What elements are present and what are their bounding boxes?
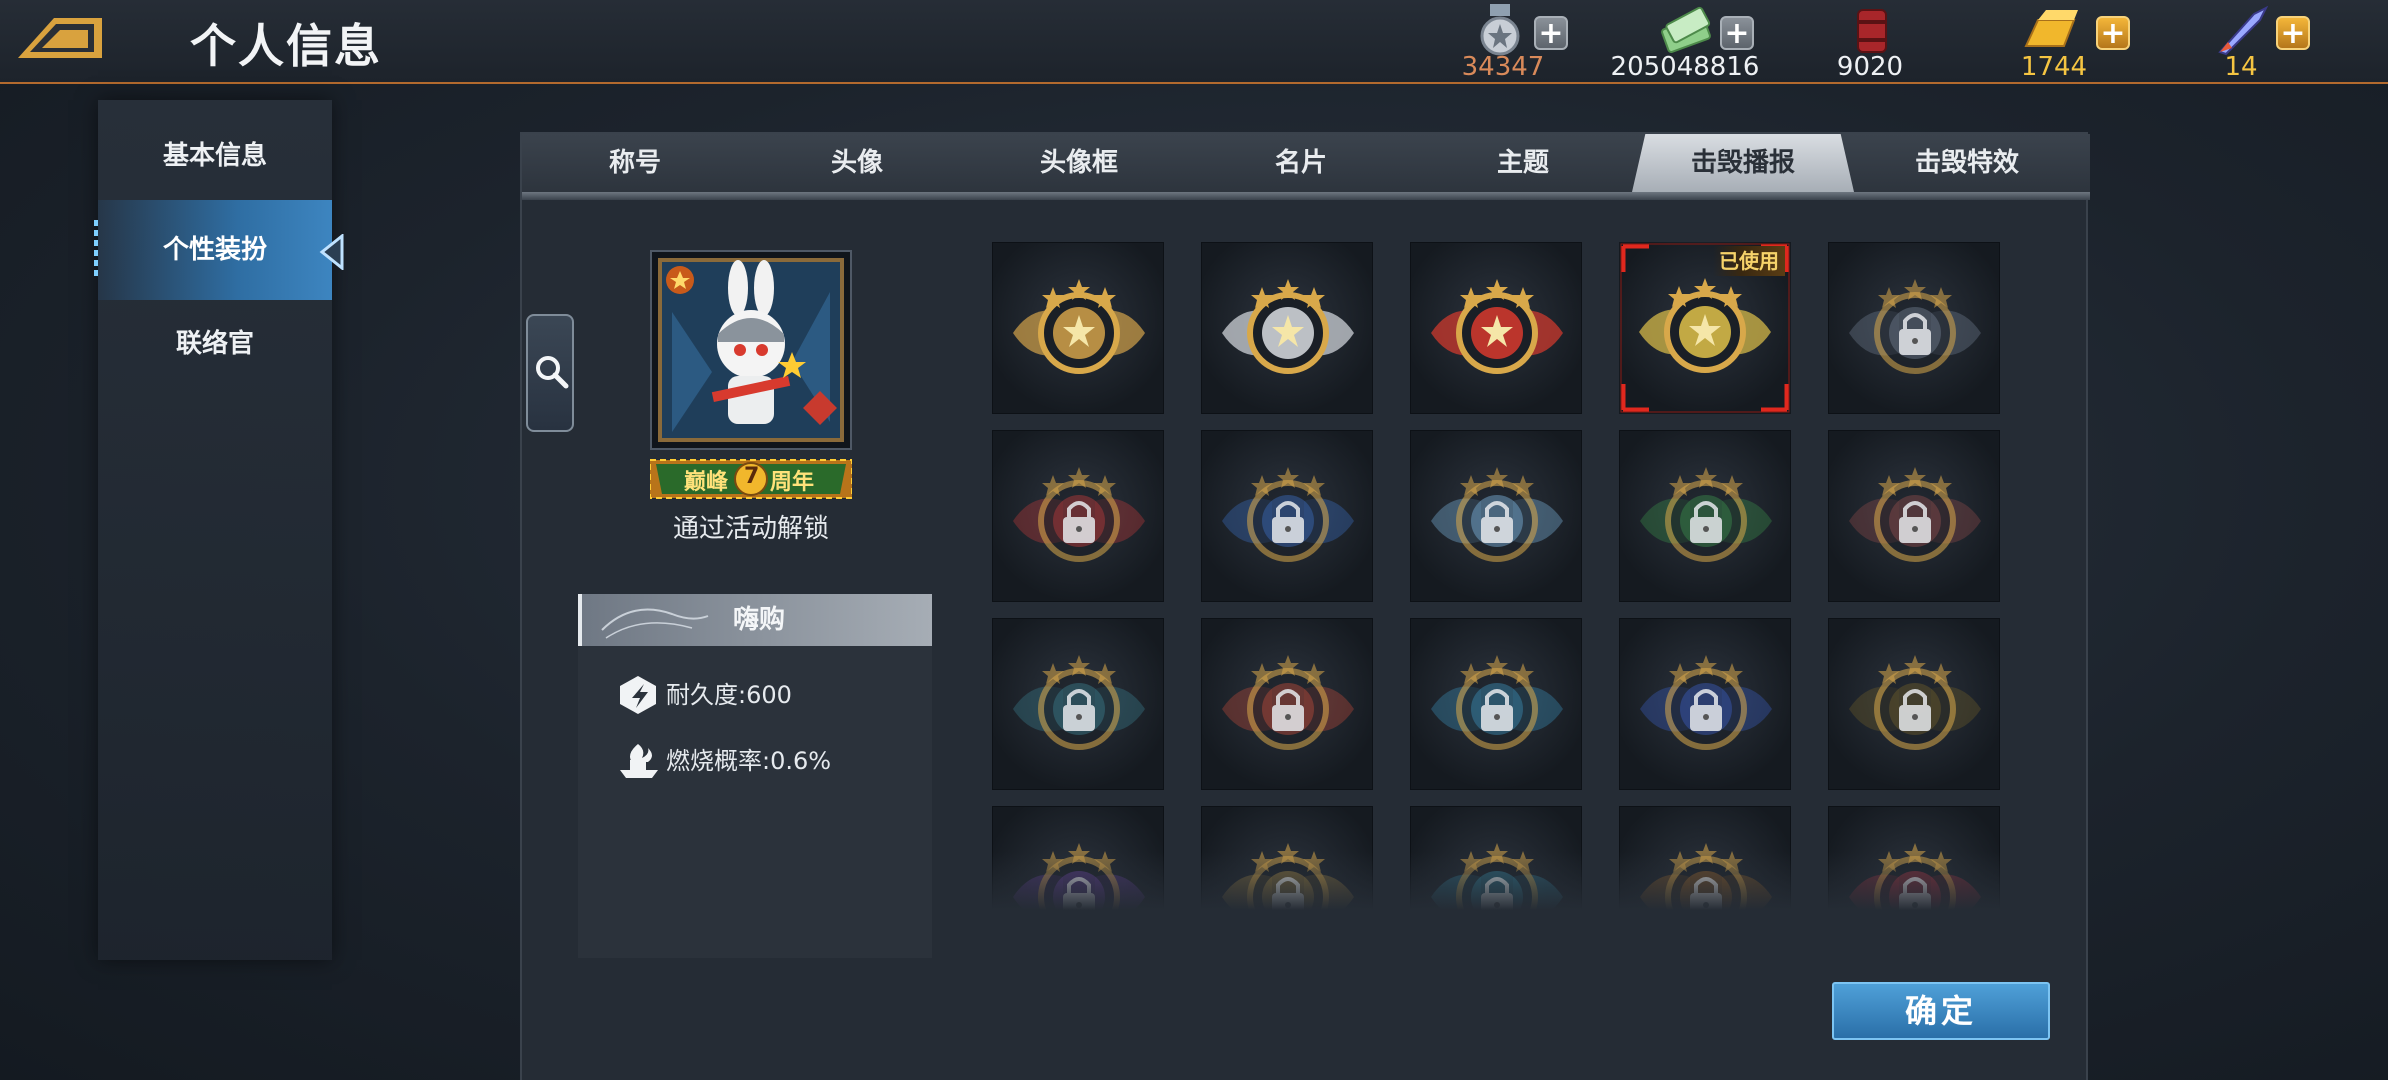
emblem-icon xyxy=(1849,279,1981,374)
active-indicator xyxy=(94,220,98,280)
emblem-cell-locked[interactable] xyxy=(992,618,1164,790)
tab-kill-broadcast[interactable]: 击毁播报 xyxy=(1632,134,1854,192)
durability-text: 耐久度:600 xyxy=(666,681,792,709)
emblem-icon xyxy=(1222,655,1354,750)
cash-count: 205048816 xyxy=(1610,52,1760,82)
gold-bar-icon xyxy=(2024,10,2078,47)
cash-icon xyxy=(1661,6,1711,53)
emblem-icon xyxy=(1431,655,1563,750)
badge-text-right: 周年 xyxy=(770,470,815,495)
grid-fade xyxy=(992,852,2002,910)
emblem-icon xyxy=(1013,655,1145,750)
emblem-icon xyxy=(1013,279,1145,374)
badge-text-left: 巅峰 xyxy=(684,470,729,495)
oil-count: 9020 xyxy=(1836,52,1904,82)
tab-title[interactable]: 称号 xyxy=(524,134,746,192)
tab-name-card[interactable]: 名片 xyxy=(1190,134,1412,192)
anniversary-badge: 巅峰 7 周年 xyxy=(649,454,853,504)
sidebar-item-label: 个性装扮 xyxy=(162,235,267,265)
emblem-cell-locked[interactable] xyxy=(1201,430,1373,602)
sidebar: 基本信息 个性装扮 联络官 xyxy=(94,100,344,960)
back-button[interactable] xyxy=(14,14,106,62)
emblem-cell[interactable] xyxy=(992,242,1164,414)
emblem-icon xyxy=(1222,467,1354,562)
burn-rate-stat: 燃烧概率:0.6% xyxy=(618,738,831,784)
rabbit-soldier-icon xyxy=(658,258,844,442)
sidebar-item-label: 基本信息 xyxy=(162,141,267,171)
gold-count: 1744 xyxy=(2020,52,2088,82)
shield-icon xyxy=(620,676,656,714)
back-arrow-icon xyxy=(18,18,102,58)
broadcast-grid: 已使用 xyxy=(992,242,2002,910)
resource-medal: + 34347 xyxy=(1450,0,1600,84)
info-title: 嗨购 xyxy=(732,605,785,635)
badge-number: 7 xyxy=(744,464,760,489)
emblem-cell-locked[interactable] xyxy=(1619,618,1791,790)
burning-ship-icon xyxy=(620,744,658,778)
add-medal-button[interactable]: + xyxy=(1534,16,1568,50)
magnifier-icon xyxy=(536,356,569,389)
emblem-cell[interactable] xyxy=(1410,242,1582,414)
emblem-cell-locked[interactable] xyxy=(1828,618,2000,790)
tab-theme[interactable]: 主题 xyxy=(1412,134,1634,192)
resource-gold: + 1744 xyxy=(2018,0,2158,84)
preview-image xyxy=(650,250,852,450)
emblem-cell[interactable] xyxy=(1201,242,1373,414)
tab-bar: 称号 头像 头像框 名片 主题 击毁播报 击毁特效 xyxy=(522,134,2090,192)
emblem-icon xyxy=(1222,279,1354,374)
rocket-icon xyxy=(2218,5,2269,56)
durability-stat: 耐久度:600 xyxy=(618,672,792,718)
sidebar-item-liaison-officer[interactable]: 联络官 xyxy=(98,294,332,394)
emblem-cell-locked[interactable] xyxy=(1828,242,2000,414)
unlock-hint: 通过活动解锁 xyxy=(672,514,829,544)
top-bar: 个人信息 + 34347 + 205048816 9020 + 1744 + 1… xyxy=(0,0,2388,84)
resource-rocket: + 14 xyxy=(2210,0,2320,84)
emblem-cell-locked[interactable] xyxy=(1201,618,1373,790)
emblem-icon xyxy=(1849,467,1981,562)
sidebar-item-basic-info[interactable]: 基本信息 xyxy=(98,106,332,206)
emblem-cell-locked[interactable] xyxy=(1619,430,1791,602)
inspect-button[interactable] xyxy=(526,314,574,432)
tab-kill-effect[interactable]: 击毁特效 xyxy=(1856,134,2078,192)
confirm-button[interactable]: 确定 xyxy=(1832,982,2050,1040)
sidebar-item-label: 联络官 xyxy=(175,329,254,359)
oil-barrel-icon xyxy=(1857,9,1887,53)
resource-cash: + 205048816 xyxy=(1610,0,1780,84)
add-rocket-button[interactable]: + xyxy=(2276,16,2310,50)
medal-count: 34347 xyxy=(1461,52,1545,82)
emblem-cell-locked[interactable] xyxy=(1410,618,1582,790)
tab-avatar[interactable]: 头像 xyxy=(746,134,968,192)
info-header: 嗨购 xyxy=(578,594,932,646)
burn-rate-text: 燃烧概率:0.6% xyxy=(666,747,832,775)
rocket-count: 14 xyxy=(2224,52,2258,82)
tab-bar-edge xyxy=(522,192,2090,200)
emblem-cell-locked[interactable] xyxy=(992,430,1164,602)
item-info-box: 嗨购 耐久度:600 燃烧概率:0.6% xyxy=(578,594,932,958)
emblem-cell-locked[interactable] xyxy=(1410,430,1582,602)
add-cash-button[interactable]: + xyxy=(1720,16,1754,50)
emblem-cell[interactable]: 已使用 xyxy=(1619,242,1791,414)
tab-avatar-frame[interactable]: 头像框 xyxy=(968,134,1190,192)
page-title: 个人信息 xyxy=(190,19,382,73)
emblem-cell-locked[interactable] xyxy=(1828,430,2000,602)
chevron-left-icon xyxy=(319,234,344,270)
emblem-icon xyxy=(1849,655,1981,750)
medal-icon xyxy=(1480,4,1520,56)
sidebar-item-personal-style[interactable]: 个性装扮 xyxy=(94,200,344,300)
add-gold-button[interactable]: + xyxy=(2096,16,2130,50)
emblem-icon xyxy=(1013,467,1145,562)
emblem-icon xyxy=(1431,467,1563,562)
emblem-icon xyxy=(1640,655,1772,750)
in-use-badge: 已使用 xyxy=(1713,246,1785,276)
emblem-icon xyxy=(1431,279,1563,374)
resource-oil: 9020 xyxy=(1830,0,1950,84)
emblem-icon xyxy=(1640,467,1772,562)
